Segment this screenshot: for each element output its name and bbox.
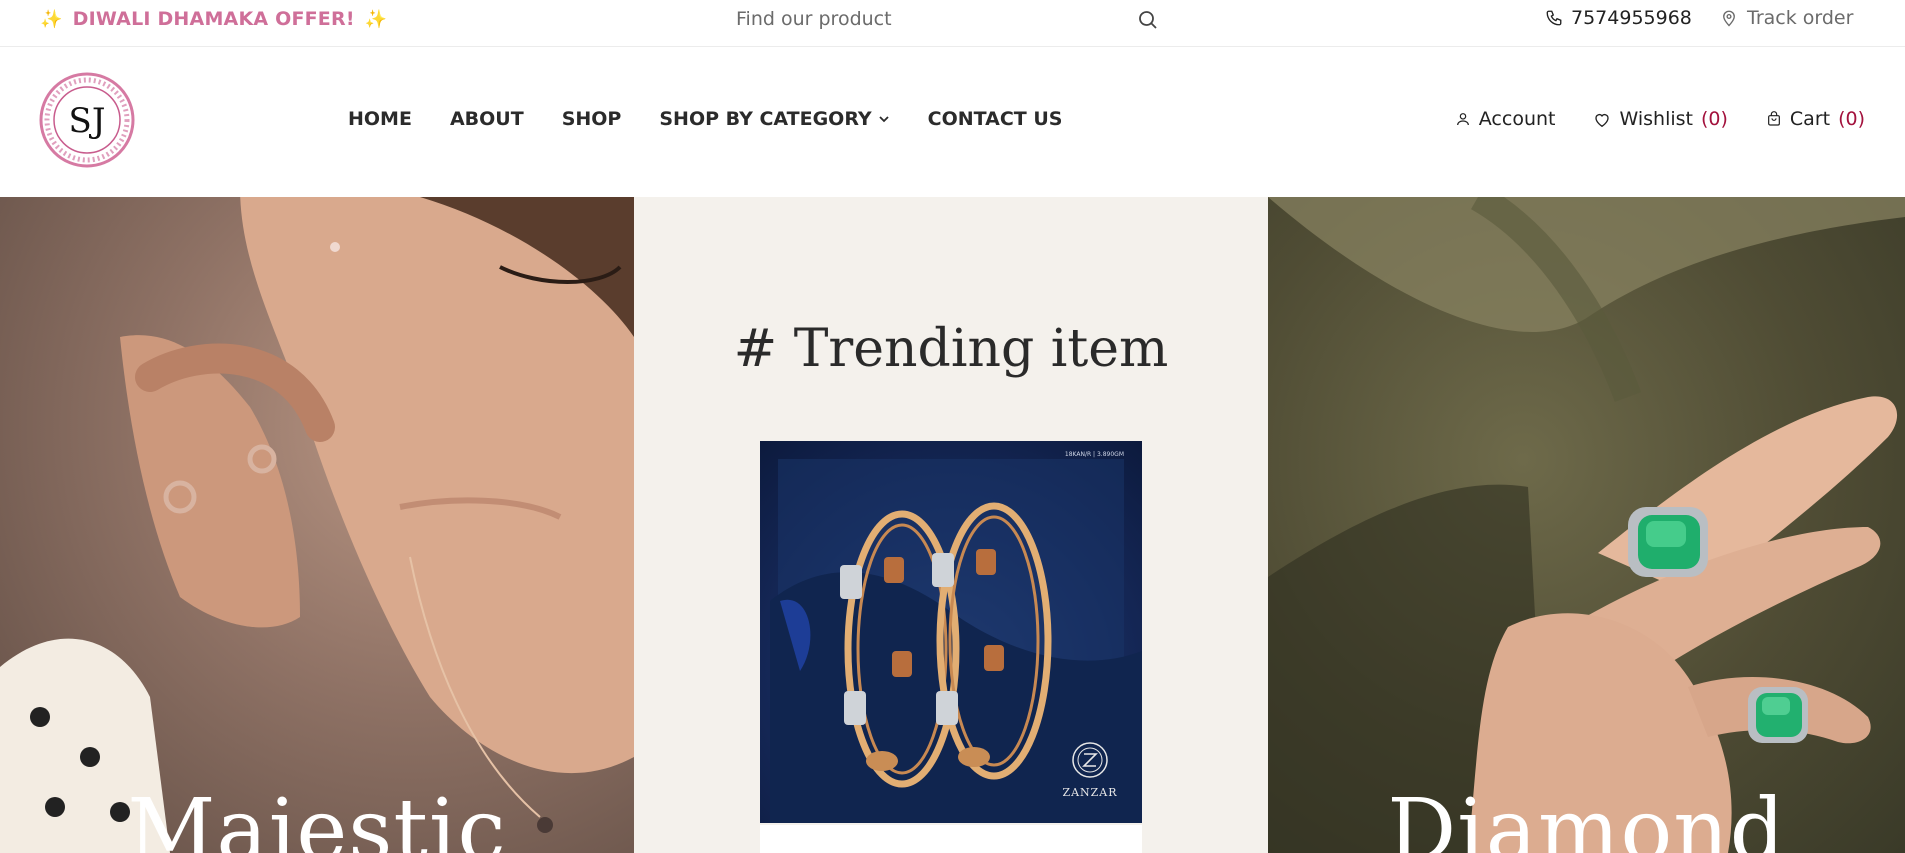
main-nav: HOME ABOUT SHOP SHOP BY CATEGORY CONTACT… <box>348 108 1101 130</box>
majestic-caption: Majestic <box>127 781 507 853</box>
offer-text: DIWALI DHAMAKA OFFER! <box>72 8 355 30</box>
search-icon[interactable] <box>1136 8 1160 32</box>
hero-section: Majestic # Trending item 18KAN/R | 3.890… <box>0 197 1905 853</box>
wishlist-count: (0) <box>1700 108 1728 130</box>
account-link[interactable]: Account <box>1455 108 1556 130</box>
trending-section: # Trending item 18KAN/R | 3.890GM ZANZAR <box>634 197 1268 853</box>
product-meta: 18KAN/R | 3.890GM <box>1064 451 1124 458</box>
account-label: Account <box>1478 108 1556 130</box>
sparkle-icon: ✨ <box>364 8 388 30</box>
wishlist-link[interactable]: Wishlist (0) <box>1593 108 1728 130</box>
trending-product-card[interactable]: 18KAN/R | 3.890GM ZANZAR <box>760 441 1142 823</box>
brand-watermark: ZANZAR <box>1060 741 1120 799</box>
nav-about[interactable]: ABOUT <box>450 108 524 130</box>
nav-contact-us[interactable]: CONTACT US <box>928 108 1063 130</box>
cart-label: Cart <box>1789 108 1831 130</box>
nav-shop[interactable]: SHOP <box>562 108 622 130</box>
brand-logo[interactable]: SJ <box>39 72 135 168</box>
wishlist-label: Wishlist <box>1619 108 1693 130</box>
user-icon <box>1456 113 1469 126</box>
diamond-collection-banner[interactable]: Diamond <box>1268 197 1905 853</box>
nav-home[interactable]: HOME <box>348 108 412 130</box>
track-order-link[interactable]: Track order <box>1720 6 1853 30</box>
nav-shop-by-category[interactable]: SHOP BY CATEGORY <box>659 108 889 130</box>
seal-icon <box>1072 742 1108 778</box>
phone-contact[interactable]: 7574955968 <box>1545 6 1692 30</box>
majestic-collection-banner[interactable]: Majestic <box>0 197 634 853</box>
offer-banner[interactable]: ✨ DIWALI DHAMAKA OFFER! ✨ <box>40 7 387 31</box>
product-info-strip <box>760 825 1142 853</box>
track-order-label: Track order <box>1747 7 1854 29</box>
location-pin-icon <box>1723 10 1735 27</box>
logo-text: SJ <box>69 101 106 141</box>
user-links: Account Wishlist (0) Cart (0) <box>1455 108 1865 130</box>
model-photo <box>0 197 634 853</box>
phone-number: 7574955968 <box>1571 7 1692 29</box>
heart-icon <box>1595 113 1610 127</box>
sparkle-icon: ✨ <box>40 8 63 30</box>
search-input[interactable] <box>716 4 1096 34</box>
search-bar <box>716 2 1170 36</box>
main-header: SJ HOME ABOUT SHOP SHOP BY CATEGORY CONT… <box>0 48 1905 197</box>
cart-link[interactable]: Cart (0) <box>1766 108 1865 130</box>
bag-icon <box>1767 111 1780 126</box>
trending-title: # Trending item <box>733 319 1169 379</box>
chevron-down-icon <box>879 116 889 123</box>
phone-icon <box>1546 10 1562 26</box>
cart-count: (0) <box>1838 108 1865 130</box>
diamond-caption: Diamond <box>1387 781 1786 853</box>
brand-name: ZANZAR <box>1062 786 1118 799</box>
nav-shop-by-category-label: SHOP BY CATEGORY <box>659 108 872 130</box>
top-bar: ✨ DIWALI DHAMAKA OFFER! ✨ 7574955968 Tra… <box>0 0 1905 47</box>
hand-photo <box>1268 197 1905 853</box>
